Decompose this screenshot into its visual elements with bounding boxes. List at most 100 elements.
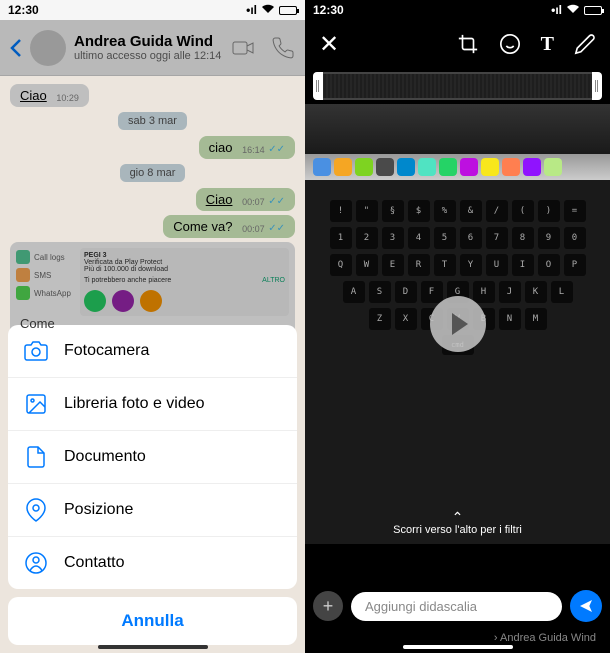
photo-library-icon: [24, 392, 48, 416]
keyboard-key: J: [499, 281, 521, 303]
dock-app-icon: [334, 158, 352, 176]
play-icon: [452, 313, 468, 335]
keyboard-key: 8: [512, 227, 534, 249]
caption-bar: + Aggiungi didascalia: [305, 582, 610, 630]
trim-handle-left[interactable]: [313, 72, 323, 100]
home-indicator[interactable]: [98, 645, 208, 649]
keyboard-key: Y: [460, 254, 482, 276]
dock-app-icon: [439, 158, 457, 176]
crop-icon[interactable]: [457, 33, 479, 55]
status-bar: 12:30 •ıl: [305, 0, 610, 20]
dock-app-icon: [502, 158, 520, 176]
keyboard-key: 3: [382, 227, 404, 249]
sheet-document[interactable]: Documento: [8, 431, 297, 484]
text-tool-icon[interactable]: T: [541, 33, 554, 56]
keyboard-key: U: [486, 254, 508, 276]
video-trim-bar[interactable]: [313, 72, 602, 100]
status-bar: 12:30 •ıl: [0, 0, 305, 20]
dock-app-icon: [460, 158, 478, 176]
status-time: 12:30: [8, 3, 39, 17]
draw-icon[interactable]: [574, 33, 596, 55]
add-media-button[interactable]: +: [313, 591, 343, 621]
wifi-icon: [566, 3, 580, 17]
close-icon[interactable]: ✕: [319, 30, 339, 59]
sheet-cancel-button[interactable]: Annulla: [8, 597, 297, 645]
keyboard-key: R: [408, 254, 430, 276]
sheet-photo-library[interactable]: Libreria foto e video: [8, 378, 297, 431]
read-check-icon: ✓✓: [268, 196, 285, 207]
caption-input[interactable]: Aggiungi didascalia: [351, 592, 562, 621]
last-seen: ultimo accesso oggi alle 12:14: [74, 50, 231, 62]
keyboard-key: 5: [434, 227, 456, 249]
keyboard-key: H: [473, 281, 495, 303]
dock-app-icon: [376, 158, 394, 176]
message-out[interactable]: ciao 16:14 ✓✓: [199, 136, 295, 159]
date-separator: gio 8 mar: [10, 163, 295, 182]
sheet-label: Documento: [64, 448, 146, 466]
keyboard-key: %: [434, 200, 456, 222]
sheet-label: Posizione: [64, 501, 133, 519]
send-button[interactable]: [570, 590, 602, 622]
keyboard-key: E: [382, 254, 404, 276]
location-icon: [24, 498, 48, 522]
dock-app-icon: [355, 158, 373, 176]
voice-call-icon[interactable]: [271, 36, 295, 60]
contact-icon: [24, 551, 48, 575]
keyboard-key: Z: [369, 308, 391, 330]
swipe-hint: Scorri verso l'alto per i filtri: [305, 509, 610, 536]
dock-app-icon: [313, 158, 331, 176]
keyboard-key: 0: [564, 227, 586, 249]
video-call-icon[interactable]: [231, 36, 255, 60]
keyboard-key: D: [395, 281, 417, 303]
message-out[interactable]: Ciao 00:07 ✓✓: [196, 188, 295, 211]
back-icon[interactable]: [10, 38, 22, 58]
emoji-icon[interactable]: [499, 33, 521, 55]
keyboard-key: 7: [486, 227, 508, 249]
dock-app-icon: [397, 158, 415, 176]
home-indicator[interactable]: [403, 645, 513, 649]
keyboard-key: A: [343, 281, 365, 303]
camera-icon: [24, 339, 48, 363]
keyboard-key: $: [408, 200, 430, 222]
video-frame[interactable]: !"§$%&/()= 1234567890 QWERTYUIOP ASDFGHJ…: [305, 104, 610, 544]
video-preview: !"§$%&/()= 1234567890 QWERTYUIOP ASDFGHJ…: [305, 72, 610, 582]
send-icon: [578, 598, 594, 614]
battery-icon: [584, 6, 602, 15]
dock-app-icon: [523, 158, 541, 176]
video-editor-screen: 12:30 •ıl ✕ T !"§$%&/()= 123: [305, 0, 610, 653]
keyboard-key: F: [421, 281, 443, 303]
keyboard-key: ): [538, 200, 560, 222]
keyboard-key: =: [564, 200, 586, 222]
sheet-contact[interactable]: Contatto: [8, 537, 297, 589]
keyboard-key: &: [460, 200, 482, 222]
play-button[interactable]: [430, 296, 486, 352]
sheet-label: Libreria foto e video: [64, 395, 205, 413]
keyboard-key: N: [499, 308, 521, 330]
status-time: 12:30: [313, 3, 344, 17]
keyboard-key: K: [525, 281, 547, 303]
message-in[interactable]: Ciao 10:29: [10, 84, 89, 107]
keyboard-key: 1: [330, 227, 352, 249]
document-icon: [24, 445, 48, 469]
contact-name[interactable]: Andrea Guida Wind: [74, 33, 231, 50]
sheet-location[interactable]: Posizione: [8, 484, 297, 537]
avatar[interactable]: [30, 30, 66, 66]
wifi-icon: [261, 3, 275, 17]
keyboard-key: W: [356, 254, 378, 276]
keyboard-key: T: [434, 254, 456, 276]
message-out[interactable]: Come va? 00:07 ✓✓: [163, 215, 295, 238]
keyboard-key: I: [512, 254, 534, 276]
dock-app-icon: [418, 158, 436, 176]
keyboard-key: M: [525, 308, 547, 330]
keyboard-key: 2: [356, 227, 378, 249]
sheet-label: Contatto: [64, 554, 124, 572]
signal-icon: •ıl: [551, 3, 562, 17]
keyboard-key: 6: [460, 227, 482, 249]
sheet-camera[interactable]: Fotocamera: [8, 325, 297, 378]
keyboard-key: P: [564, 254, 586, 276]
keyboard-key: X: [395, 308, 417, 330]
battery-icon: [279, 6, 297, 15]
keyboard-key: !: [330, 200, 352, 222]
trim-handle-right[interactable]: [592, 72, 602, 100]
keyboard-key: /: [486, 200, 508, 222]
